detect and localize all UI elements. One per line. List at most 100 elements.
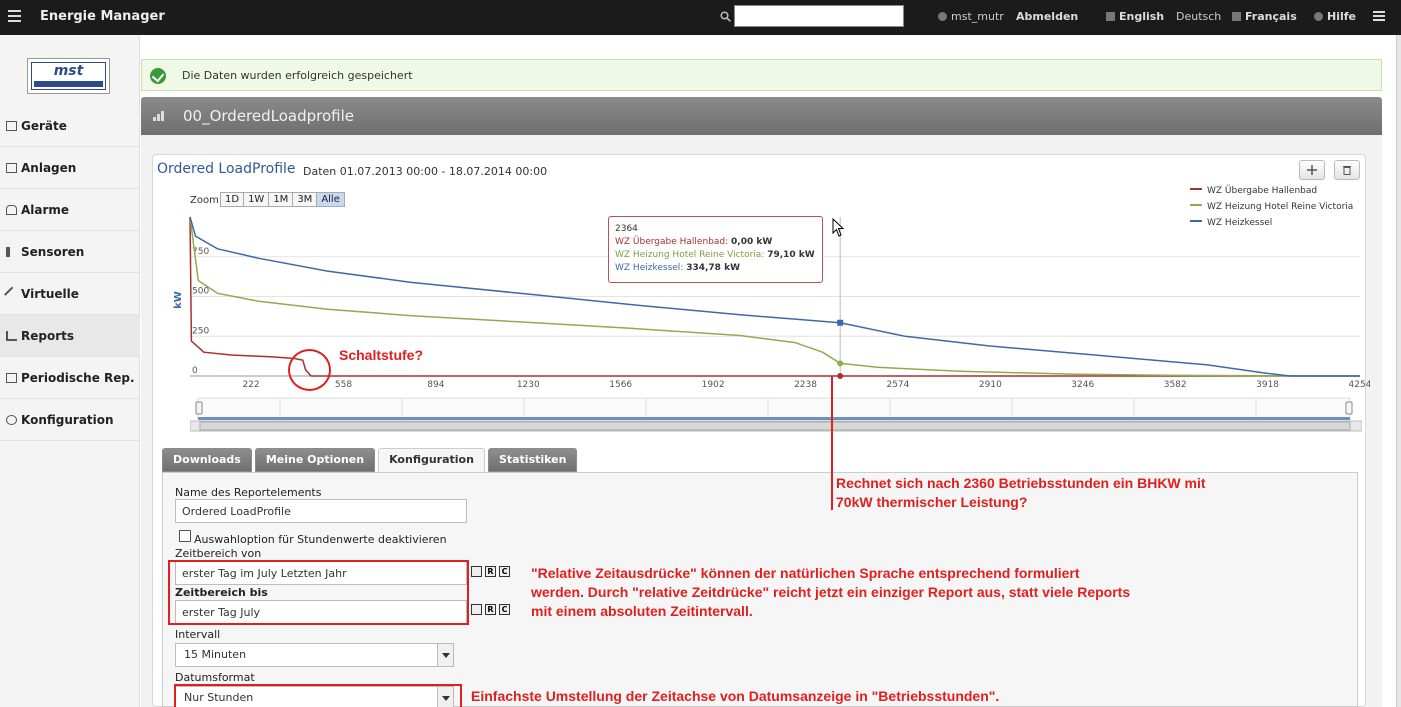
chevron-down-icon (437, 644, 453, 666)
tooltip-row-hallenbad: WZ Übergabe Hallenbad: 0,00 kW (615, 237, 773, 247)
top-navbar: Energie Manager mst_mutr Abmelden Englis… (0, 0, 1401, 35)
x-tick-label: 2574 (886, 380, 909, 390)
y-tick-label: 500 (192, 287, 209, 297)
sidebar-nav: Geräte Anlagen Alarme Sensoren Virtuelle… (0, 105, 140, 441)
move-button[interactable] (1299, 160, 1325, 180)
chart-tooltip: 2364 WZ Übergabe Hallenbad: 0,00 kW WZ H… (608, 216, 823, 283)
tab-statistiken[interactable]: Statistiken (487, 448, 578, 472)
flag-icon (1106, 12, 1115, 21)
help-link[interactable]: Hilfe (1314, 10, 1356, 23)
x-tick-label: 222 (242, 380, 259, 390)
flag-icon (1232, 12, 1241, 21)
success-alert: Die Daten wurden erfolgreich gespeichert (141, 59, 1382, 91)
dateformat-highlight (174, 684, 462, 707)
search-input[interactable] (734, 5, 904, 27)
lang-french-link[interactable]: Français (1232, 10, 1297, 23)
mouse-cursor-icon (832, 218, 845, 237)
calendar-icon[interactable] (471, 604, 482, 615)
sidebar-item-periodische[interactable]: Periodische Rep. (0, 357, 140, 399)
building-icon (6, 163, 17, 173)
x-tick-label: 1902 (702, 380, 725, 390)
bell-icon (6, 205, 17, 215)
y-tick-label: 250 (192, 326, 209, 336)
hamburger-menu-icon[interactable] (8, 10, 21, 22)
relative-time-highlight (168, 560, 469, 625)
relative-r-icon[interactable]: R (485, 604, 496, 615)
tab-downloads[interactable]: Downloads (162, 448, 252, 472)
sidebar-item-anlagen[interactable]: Anlagen (0, 147, 140, 189)
calendar-icon[interactable] (471, 566, 482, 577)
interval-label: Intervall (175, 628, 221, 641)
chart-navigator[interactable] (190, 394, 1362, 432)
x-tick-label: 1230 (517, 380, 540, 390)
y-tick-label: 0 (192, 366, 198, 376)
sidebar-item-konfiguration[interactable]: Konfiguration (0, 399, 140, 441)
annotation-datumsformat: Einfachste Umstellung der Zeitachse von … (471, 688, 1000, 704)
series-marker-heizkessel (837, 319, 844, 326)
x-tick-label: 3582 (1164, 380, 1187, 390)
tooltip-x: 2364 (615, 224, 638, 234)
trash-icon (1343, 166, 1351, 175)
checkbox-label: Auswahloption für Stundenwerte deaktivie… (194, 533, 447, 546)
schaltstufe-circle (288, 349, 331, 391)
navigator-right-handle[interactable] (1345, 401, 1353, 415)
logout-link[interactable]: Abmelden (1016, 10, 1078, 23)
name-label: Name des Reportelements (175, 486, 322, 499)
navigator-area (197, 397, 1351, 419)
bar-chart-icon (6, 331, 17, 341)
help-icon (1314, 12, 1323, 21)
annotation-schaltstufe: Schaltstufe? (339, 347, 424, 363)
lang-english-link[interactable]: English (1106, 10, 1164, 23)
clear-icon[interactable]: C (499, 566, 510, 577)
name-input[interactable] (175, 499, 467, 523)
from-helper-icons: RC (471, 566, 513, 577)
x-tick-label: 4254 (1349, 380, 1370, 390)
sidebar-item-geraete[interactable]: Geräte (0, 105, 140, 147)
success-message: Die Daten wurden erfolgreich gespeichert (182, 69, 413, 82)
x-tick-label: 3246 (1071, 380, 1094, 390)
tooltip-row-hotel: WZ Heizung Hotel Reine Victoria: 79,10 k… (615, 250, 815, 260)
interval-select[interactable]: 15 Minuten (175, 643, 454, 667)
from-label: Zeitbereich von (175, 547, 262, 560)
report-header: 00_OrderedLoadprofile (141, 97, 1382, 135)
sidebar-item-virtuelle[interactable]: Virtuelle (0, 273, 140, 315)
lang-deutsch-link[interactable]: Deutsch (1176, 10, 1221, 23)
legend-item-hallenbad[interactable]: WZ Übergabe Hallenbad (1190, 185, 1353, 201)
tooltip-row-heizkessel: WZ Heizkessel: 334,78 kW (615, 263, 740, 273)
dateformat-label: Datumsformat (175, 671, 255, 684)
page-scrollbar[interactable] (1396, 35, 1401, 707)
checkmark-icon (150, 68, 166, 84)
x-tick-label: 2910 (979, 380, 1002, 390)
series-marker-hallenbad (837, 373, 844, 379)
annotation-relative: "Relative Zeitausdrücke" können der natü… (531, 565, 1131, 619)
x-tick-label: 1566 (609, 380, 632, 390)
sidebar-item-reports[interactable]: Reports (0, 315, 140, 357)
clear-icon[interactable]: C (499, 604, 510, 615)
y-axis-label: kW (173, 291, 184, 309)
search-icon (720, 11, 731, 22)
to-helper-icons: RC (471, 604, 513, 615)
navigator-left-handle[interactable] (195, 401, 203, 415)
x-tick-label: 558 (335, 380, 352, 390)
wand-icon (4, 286, 19, 302)
sidebar-item-sensoren[interactable]: Sensoren (0, 231, 140, 273)
bolt-icon (6, 247, 10, 257)
table-icon (6, 373, 17, 383)
app-title: Energie Manager (40, 9, 165, 24)
relative-r-icon[interactable]: R (485, 566, 496, 577)
navigator-scroll-thumb[interactable] (199, 421, 1351, 431)
annotation-bhkw: Rechnet sich nach 2360 Betriebsstunden e… (836, 475, 1206, 510)
menu-icon[interactable] (1373, 11, 1385, 22)
tab-konfiguration[interactable]: Konfiguration (378, 448, 485, 473)
x-tick-label: 3918 (1256, 380, 1279, 390)
hour-values-checkbox[interactable] (179, 530, 191, 542)
navigator-series (198, 417, 1350, 420)
series-marker-hotel (837, 360, 844, 367)
bar-chart-icon (153, 111, 165, 121)
x-tick-label: 894 (427, 380, 444, 390)
tab-meine-optionen[interactable]: Meine Optionen (254, 448, 376, 472)
sidebar-item-alarme[interactable]: Alarme (0, 189, 140, 231)
widget-date-range: Daten 01.07.2013 00:00 - 18.07.2014 00:0… (303, 165, 548, 178)
sidebar: mst Geräte Anlagen Alarme Sensoren Virtu… (0, 35, 140, 707)
delete-button[interactable] (1334, 160, 1360, 180)
